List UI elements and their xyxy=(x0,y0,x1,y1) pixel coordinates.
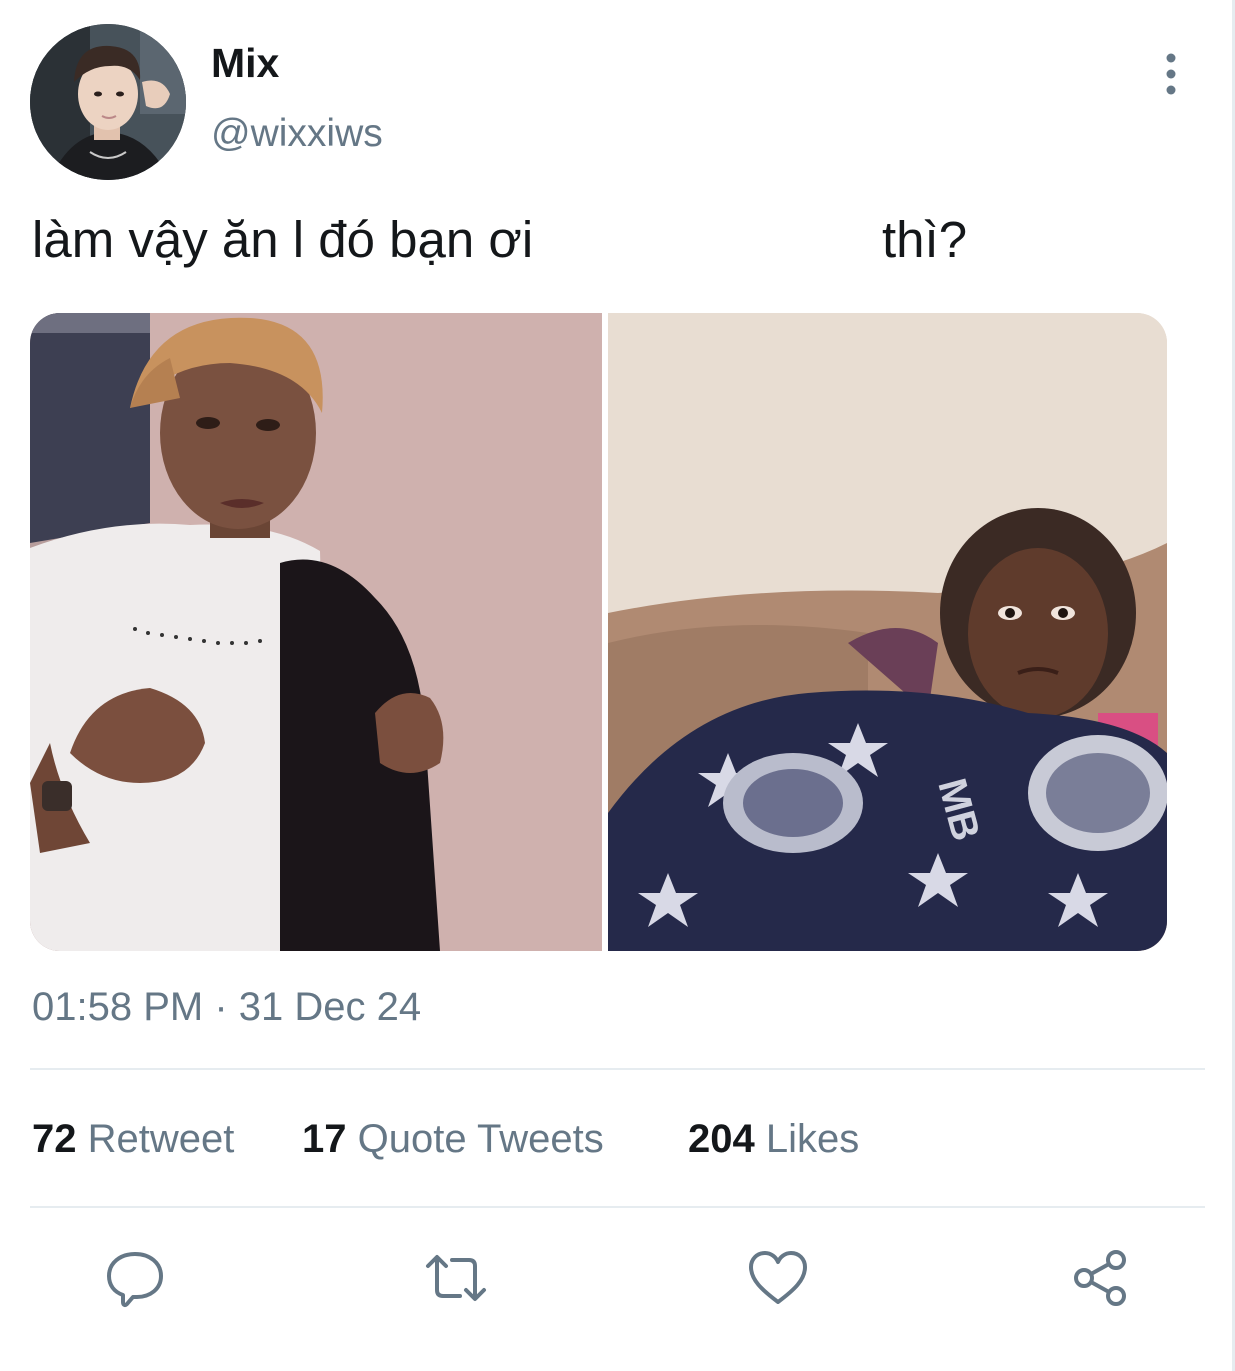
tweet-timestamp[interactable]: 01:58 PM · 31 Dec 24 xyxy=(32,984,421,1030)
display-name[interactable]: Mix xyxy=(211,40,279,86)
user-handle[interactable]: @wixxiws xyxy=(211,112,383,156)
retweet-count: 72 xyxy=(32,1117,77,1161)
likes-count: 204 xyxy=(688,1117,755,1161)
tweet-header: Mix @wixxiws xyxy=(30,22,1210,182)
crying-woman-photo[interactable] xyxy=(30,313,602,951)
avatar[interactable] xyxy=(30,24,186,180)
divider-bottom xyxy=(30,1206,1205,1208)
likes-stat[interactable]: 204 Likes xyxy=(688,1115,859,1163)
divider-top xyxy=(30,1068,1205,1070)
likes-label: Likes xyxy=(765,1117,860,1161)
share-icon[interactable] xyxy=(1068,1246,1132,1310)
quote-label: Quote Tweets xyxy=(357,1117,604,1161)
quote-count: 17 xyxy=(302,1117,347,1161)
tweet-text-part2: thì? xyxy=(882,211,968,268)
woman-on-couch-photo[interactable]: MB xyxy=(608,313,1167,951)
quote-tweets-stat[interactable]: 17 Quote Tweets xyxy=(302,1115,604,1163)
tweet-text: làm vậy ăn l đó bạn ơi thì? xyxy=(32,210,1202,270)
retweet-label: Retweet xyxy=(87,1117,235,1161)
tweet-media[interactable]: MB xyxy=(30,313,1167,951)
retweet-icon[interactable] xyxy=(424,1246,488,1310)
like-icon[interactable] xyxy=(746,1246,810,1310)
retweet-stat[interactable]: 72 Retweet xyxy=(32,1115,234,1163)
tweet-text-part1: làm vậy ăn l đó bạn ơi xyxy=(32,211,534,268)
more-options-icon[interactable] xyxy=(1154,50,1188,98)
reply-icon[interactable] xyxy=(103,1246,167,1310)
